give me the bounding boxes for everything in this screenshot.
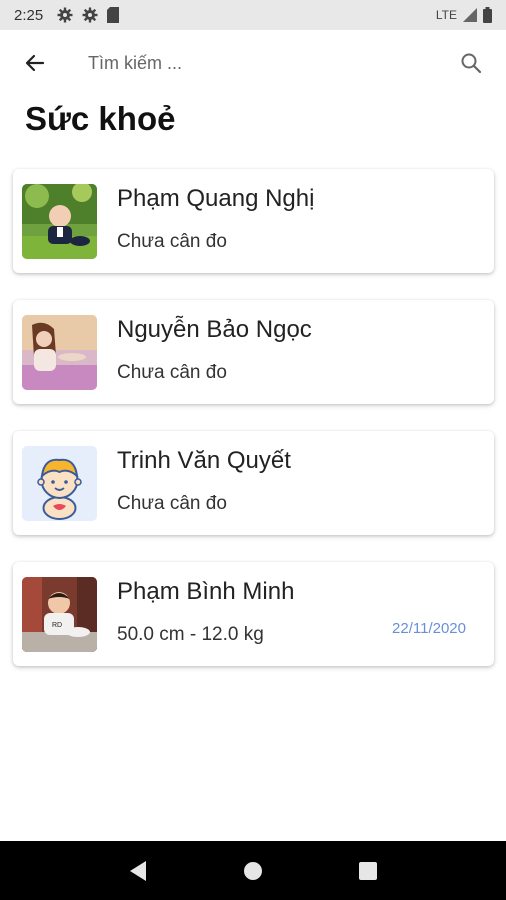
search-icon <box>461 53 482 74</box>
gear-icon <box>57 7 73 23</box>
search-button[interactable] <box>436 30 506 96</box>
girl-photo-icon <box>22 315 97 390</box>
measurement-status: Chưa cân đo <box>117 493 227 514</box>
top-app-bar <box>0 30 506 96</box>
nav-recents-button[interactable] <box>348 851 388 891</box>
person-card[interactable]: Nguyễn Bảo Ngọc Chưa cân đo <box>13 300 494 404</box>
baby-photo-icon <box>22 184 97 259</box>
measurement-date: 22/11/2020 <box>392 620 466 637</box>
person-card[interactable]: Trinh Văn Quyết Chưa cân đo <box>13 431 494 535</box>
battery-icon <box>483 7 492 23</box>
search-input[interactable] <box>70 52 436 74</box>
arrow-back-icon <box>25 54 45 72</box>
person-card[interactable]: Phạm Quang Nghị Chưa cân đo <box>13 169 494 273</box>
baby-cartoon-icon <box>22 446 97 521</box>
measurement-status: Chưa cân đo <box>117 362 227 383</box>
svg-text:RD: RD <box>52 622 62 629</box>
triangle-back-icon <box>129 860 146 881</box>
nav-home-button[interactable] <box>233 851 273 891</box>
status-right: LTE <box>436 7 492 23</box>
nav-back-button[interactable] <box>118 851 158 891</box>
sd-card-icon <box>107 7 120 23</box>
person-card[interactable]: RD Phạm Bình Minh 50.0 cm - 12.0 kg 22/1… <box>13 562 494 666</box>
measurement-status: 50.0 cm - 12.0 kg <box>117 624 264 645</box>
person-name: Trinh Văn Quyết <box>117 447 291 474</box>
status-notification-icons <box>57 7 120 23</box>
status-bar: 2:25 LTE <box>0 0 506 30</box>
page-title: Sức khoẻ <box>25 100 176 137</box>
back-button[interactable] <box>0 30 70 96</box>
measurement-status: Chưa cân đo <box>117 231 227 252</box>
toddler-photo-icon: RD <box>22 577 97 652</box>
system-nav-bar <box>0 841 506 900</box>
person-name: Nguyễn Bảo Ngọc <box>117 316 312 343</box>
person-list: Phạm Quang Nghị Chưa cân đo Nguyễn Bảo N… <box>13 169 494 693</box>
network-type: LTE <box>435 8 457 22</box>
signal-icon <box>463 8 477 22</box>
person-name: Phạm Quang Nghị <box>117 185 315 212</box>
square-recents-icon <box>359 861 378 880</box>
circle-home-icon <box>243 861 262 880</box>
status-time: 2:25 <box>14 6 44 24</box>
person-name: Phạm Bình Minh <box>117 578 295 605</box>
gear-icon <box>82 7 98 23</box>
